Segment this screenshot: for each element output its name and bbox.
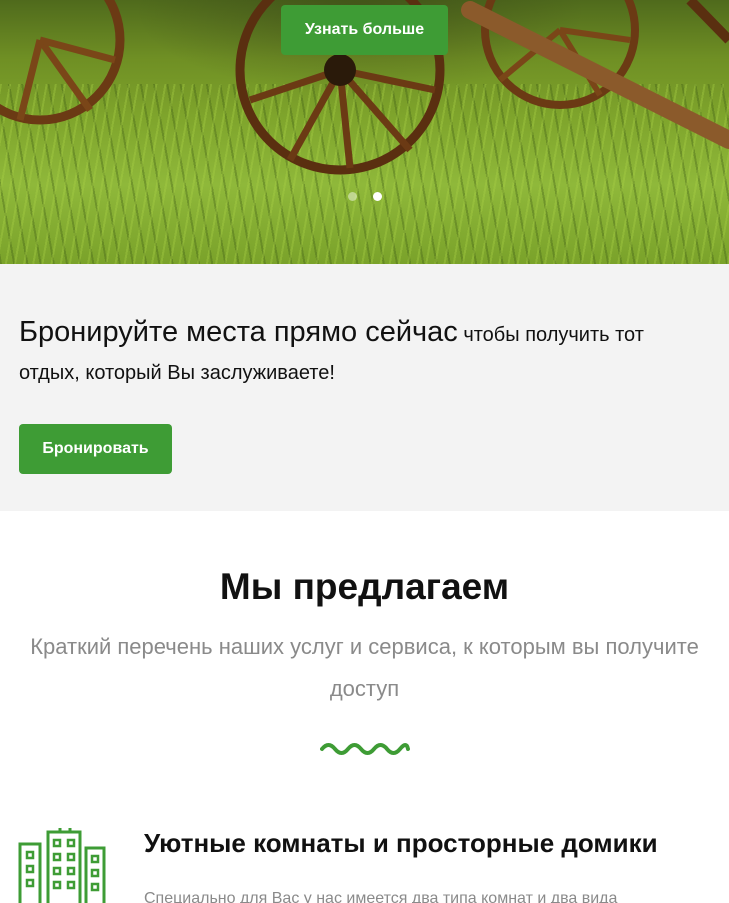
slider-dot-1[interactable] [348,192,357,201]
book-button[interactable]: Бронировать [19,424,172,474]
booking-text: Бронируйте места прямо сейчас чтобы полу… [19,314,709,393]
buildings-icon [18,828,106,903]
section-title: Мы предлагаем [219,566,510,607]
hero-slider: Узнать больше [0,0,729,264]
slider-dots [348,192,382,201]
slider-dot-2-active[interactable] [373,192,382,201]
feature-description: Специально для Вас у нас имеется два тип… [144,890,618,903]
section-subtitle: Краткий перечень наших услуг и сервиса, … [30,634,699,701]
booking-band: Бронируйте места прямо сейчас чтобы полу… [0,264,729,511]
booking-headline: Бронируйте места прямо сейчас [19,316,458,348]
wave-divider-icon [320,743,410,755]
feature-title: Уютные комнаты и просторные домики [144,828,658,858]
learn-more-button[interactable]: Узнать больше [281,5,448,55]
